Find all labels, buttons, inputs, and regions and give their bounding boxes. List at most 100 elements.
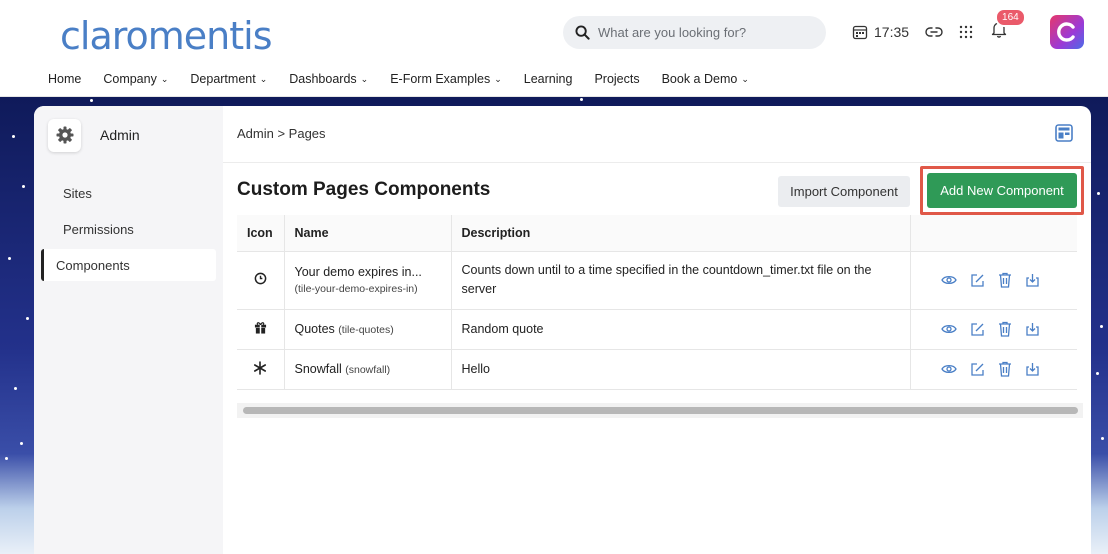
component-slug: (tile-your-demo-expires-in): [294, 283, 418, 295]
table-row: Snowfall (snowfall) Hello: [237, 349, 1077, 390]
component-name: Quotes: [294, 322, 335, 336]
search-input[interactable]: [598, 25, 798, 40]
top-bar: claromentis 17:35 164: [0, 0, 1108, 62]
snowflake-dot: [1097, 192, 1100, 195]
edit-icon[interactable]: [970, 273, 985, 288]
admin-panel: Admin Sites Permissions Components Admin…: [34, 106, 1091, 554]
main-content: Admin > Pages Custom Pages Components Im…: [223, 106, 1091, 554]
component-description: Random quote: [451, 309, 911, 350]
table-row: Your demo expires in... (tile-your-demo-…: [237, 251, 1077, 310]
nav-item-company[interactable]: Company ⌄: [103, 72, 168, 86]
sidebar-item-components[interactable]: Components: [41, 249, 216, 281]
notification-badge: 164: [995, 8, 1026, 27]
row-icon-cell: [237, 309, 285, 350]
edit-icon[interactable]: [970, 322, 985, 337]
main-nav: Home Company ⌄ Department ⌄ Dashboards ⌄ E-…: [0, 62, 1108, 97]
chevron-down-icon: ⌄: [160, 73, 169, 84]
clock-icon: [254, 272, 267, 285]
snowflake-dot: [12, 135, 15, 138]
trash-icon[interactable]: [998, 361, 1012, 377]
components-table: Icon Name Description Your demo expires …: [237, 215, 1077, 390]
snowflake-dot: [90, 99, 93, 102]
eye-icon[interactable]: [940, 274, 957, 286]
logo[interactable]: claromentis: [60, 14, 273, 58]
chevron-down-icon: ⌄: [494, 73, 502, 84]
layout-icon[interactable]: [1055, 124, 1073, 147]
nav-item-book-a-demo[interactable]: Book a Demo ⌄: [662, 72, 749, 86]
apps-grid-icon[interactable]: [959, 25, 973, 39]
row-name-cell: Quotes (tile-quotes): [284, 309, 452, 350]
row-icon-cell: [237, 349, 285, 390]
admin-header: Admin: [34, 106, 223, 164]
snowflake-dot: [8, 257, 11, 260]
column-header-actions: [910, 215, 1077, 252]
clock[interactable]: 17:35: [852, 24, 909, 40]
page-title: Custom Pages Components: [237, 179, 491, 200]
gear-icon: [48, 118, 81, 152]
trash-icon[interactable]: [998, 321, 1012, 337]
snowflake-dot: [20, 442, 23, 445]
row-name-cell: Your demo expires in... (tile-your-demo-…: [284, 251, 452, 310]
eye-icon[interactable]: [940, 363, 957, 375]
column-header-description: Description: [451, 215, 911, 252]
horizontal-scrollbar[interactable]: [243, 407, 1078, 414]
chevron-down-icon: ⌄: [741, 73, 749, 84]
column-header-icon: Icon: [237, 215, 285, 252]
row-actions-cell: [910, 349, 1077, 390]
snowflake-dot: [5, 457, 8, 460]
trash-icon[interactable]: [998, 272, 1012, 288]
nav-item-department[interactable]: Department ⌄: [190, 72, 267, 86]
component-name: Your demo expires in...: [294, 265, 422, 279]
row-actions-cell: [910, 309, 1077, 350]
calendar-icon: [852, 25, 868, 39]
eye-icon[interactable]: [940, 323, 957, 335]
component-description: Hello: [451, 349, 911, 390]
chevron-down-icon: ⌄: [259, 73, 268, 84]
component-slug: (snowfall): [345, 364, 391, 376]
edit-icon[interactable]: [970, 362, 985, 377]
download-icon[interactable]: [1025, 362, 1040, 377]
snowflake-dot: [22, 185, 25, 188]
breadcrumb[interactable]: Admin > Pages: [237, 126, 326, 141]
clock-time: 17:35: [874, 23, 910, 40]
snowflake-dot: [580, 98, 583, 101]
nav-item-e-form-examples[interactable]: E-Form Examples ⌄: [390, 72, 502, 86]
download-icon[interactable]: [1025, 322, 1040, 337]
admin-title: Admin: [100, 127, 140, 143]
snowflake-dot: [1100, 325, 1103, 328]
component-description: Counts down until to a time specified in…: [451, 251, 911, 310]
download-icon[interactable]: [1025, 273, 1040, 288]
snowflake-dot: [14, 387, 17, 390]
claromentis-app-icon: [1057, 22, 1075, 42]
column-header-name: Name: [284, 215, 452, 252]
chevron-down-icon: ⌄: [360, 73, 369, 84]
table-row: Quotes (tile-quotes) Random quote: [237, 309, 1077, 350]
sidebar-item-sites[interactable]: Sites: [41, 177, 216, 209]
snowflake-dot: [1101, 437, 1104, 440]
gift-icon: [254, 322, 266, 334]
search-icon: [575, 25, 590, 40]
notifications[interactable]: 164: [991, 8, 1026, 43]
row-name-cell: Snowfall (snowfall): [284, 349, 452, 390]
row-icon-cell: [237, 251, 285, 310]
link-icon[interactable]: [925, 25, 943, 39]
user-avatar[interactable]: [1050, 15, 1084, 49]
nav-item-home[interactable]: Home: [48, 72, 81, 86]
snowflake-icon: [254, 360, 267, 375]
component-name: Snowfall: [294, 362, 342, 376]
component-slug: (tile-quotes): [338, 324, 394, 336]
nav-item-learning[interactable]: Learning: [524, 72, 573, 86]
divider: [223, 162, 1091, 163]
admin-sidebar: Admin Sites Permissions Components: [34, 106, 223, 554]
sidebar-item-permissions[interactable]: Permissions: [41, 213, 216, 245]
table-header-row: Icon Name Description: [237, 215, 1077, 252]
top-icons: 17:35 164: [852, 8, 1026, 43]
nav-item-projects[interactable]: Projects: [594, 72, 639, 86]
nav-item-dashboards[interactable]: Dashboards ⌄: [289, 72, 368, 86]
snowflake-dot: [1096, 372, 1099, 375]
add-new-component-button[interactable]: Add New Component: [927, 173, 1077, 208]
import-component-button[interactable]: Import Component: [778, 176, 910, 207]
search-box[interactable]: [563, 16, 826, 49]
row-actions-cell: [910, 251, 1077, 310]
snowflake-dot: [26, 317, 29, 320]
